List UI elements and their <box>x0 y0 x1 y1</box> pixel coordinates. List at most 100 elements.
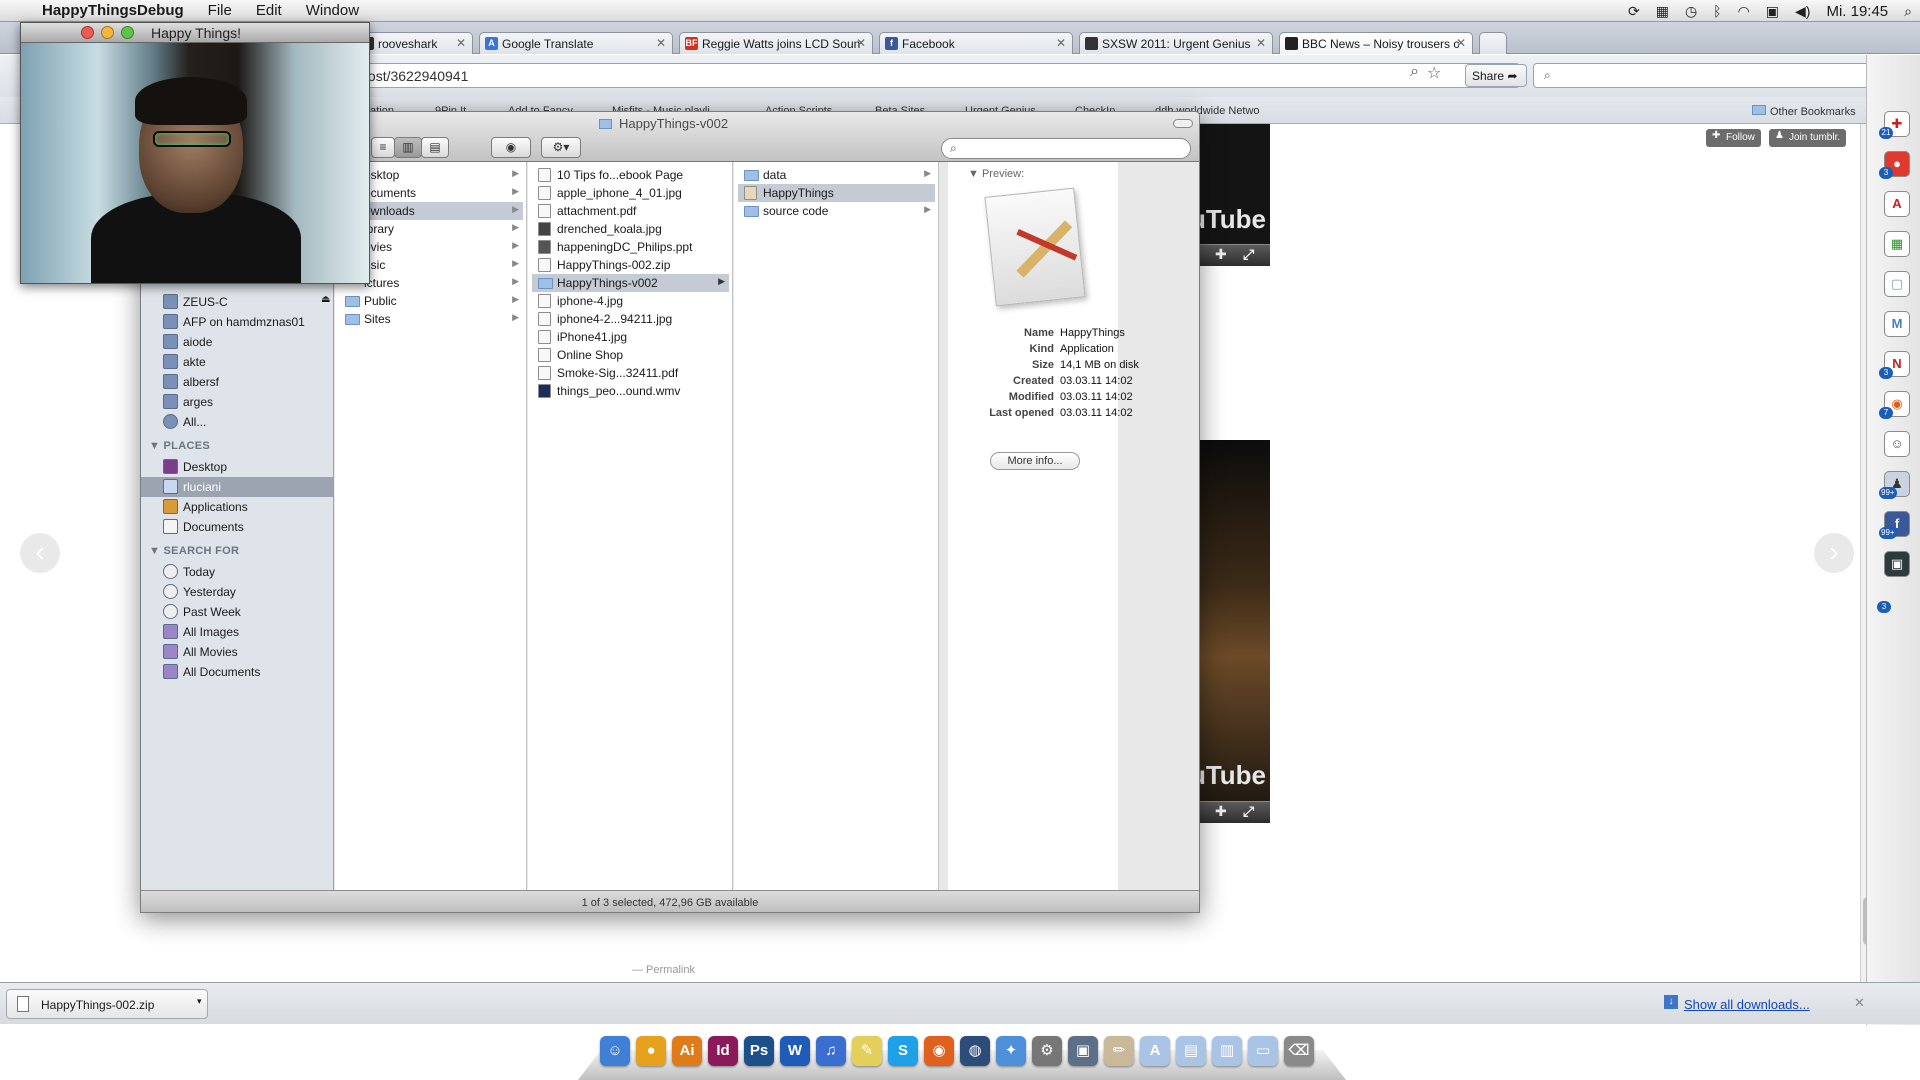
sidebar-item-yesterday[interactable]: Yesterday <box>159 582 331 602</box>
acrobat-icon[interactable]: A <box>1884 191 1910 217</box>
folder-icon[interactable]: ▭ <box>1248 1036 1278 1066</box>
tumblr-join-button[interactable]: ♟ Join tumblr. <box>1769 129 1847 147</box>
sidebar-item-all-images[interactable]: All Images <box>159 622 331 642</box>
grid-app-icon[interactable]: ▦ <box>1884 231 1910 257</box>
mail-icon[interactable]: M <box>1884 311 1910 337</box>
plus-icon[interactable]: ✚ <box>1215 246 1227 263</box>
list-item[interactable]: Sites ▶ <box>339 310 523 328</box>
trash-icon[interactable]: ⌫ <box>1284 1036 1314 1066</box>
fullscreen-icon[interactable]: ⤢ <box>1243 803 1254 820</box>
search-input[interactable]: ⌕ <box>1533 63 1871 88</box>
sidebar-item-akte[interactable]: akte <box>159 352 331 372</box>
fullscreen-icon[interactable]: ⤢ <box>1243 246 1254 263</box>
indesign-icon[interactable]: Id <box>708 1036 738 1066</box>
tab-reggie-watts[interactable]: BF Reggie Watts joins LCD Soun ✕ <box>679 32 873 54</box>
tumblr-follow-button[interactable]: ✚ Follow <box>1706 129 1761 147</box>
list-item[interactable]: HappyThings-002.zip <box>532 256 729 274</box>
finder-icon[interactable]: ☺ <box>600 1036 630 1066</box>
list-item[interactable]: data ▶ <box>738 166 935 184</box>
quick-look-icon[interactable]: ◉ <box>491 137 531 158</box>
list-item[interactable]: Smoke-Sig...32411.pdf <box>532 364 729 382</box>
file-menu[interactable]: File <box>196 2 244 19</box>
download-item[interactable]: HappyThings-002.zip ▾ <box>6 989 208 1019</box>
tab-facebook[interactable]: f Facebook ✕ <box>879 32 1073 54</box>
preview-header[interactable]: ▼ Preview: <box>968 168 1024 180</box>
itunes-icon[interactable]: ♫ <box>816 1036 846 1066</box>
skype-icon[interactable]: S <box>888 1036 918 1066</box>
list-item[interactable]: things_peo...ound.wmv <box>532 382 729 400</box>
adium-icon[interactable]: ● <box>636 1036 666 1066</box>
list-item[interactable]: apple_iphone_4_01.jpg <box>532 184 729 202</box>
list-item[interactable]: Online Shop <box>532 346 729 364</box>
sidebar-item-documents[interactable]: Documents <box>159 517 331 537</box>
sidebar-item-applications[interactable]: Applications <box>159 497 331 517</box>
tab-grooveshark[interactable]: rooveshark ✕ <box>355 32 473 54</box>
system-preferences-icon[interactable]: ⚙ <box>1032 1036 1062 1066</box>
word-icon[interactable]: W <box>780 1036 810 1066</box>
spotlight-icon[interactable]: ⌕ <box>1904 3 1912 20</box>
show-all-downloads-link[interactable]: Show all downloads... <box>1684 997 1810 1012</box>
dropdown-arrow-icon[interactable]: ▾ <box>197 996 202 1007</box>
tab-bbc-news[interactable]: BBC News – Noisy trousers c ✕ <box>1279 32 1473 54</box>
list-item[interactable]: 10 Tips fo...ebook Page <box>532 166 729 184</box>
webcam-titlebar[interactable]: Happy Things! <box>21 23 369 43</box>
bookmark-star-icon[interactable]: ☆ <box>1427 63 1441 83</box>
sidebar-item-desktop[interactable]: Desktop <box>159 457 331 477</box>
list-item[interactable]: iPhone41.jpg <box>532 328 729 346</box>
stickies-icon[interactable]: ✎ <box>852 1036 882 1066</box>
sidebar-item-all[interactable]: All... <box>159 412 331 432</box>
page-search-icon[interactable]: ⌕ <box>1410 63 1419 83</box>
downloads-folder-icon[interactable]: ▥ <box>1212 1036 1242 1066</box>
close-icon[interactable]: ✕ <box>1056 36 1066 50</box>
volume-icon[interactable]: ◀) <box>1795 3 1810 20</box>
photoshop-icon[interactable]: Ps <box>744 1036 774 1066</box>
finder-search-input[interactable]: ⌕ <box>941 138 1191 159</box>
reddit-icon[interactable]: ☺ <box>1884 431 1910 457</box>
list-item[interactable]: happeningDC_Philips.ppt <box>532 238 729 256</box>
action-gear-icon[interactable]: ⚙▾ <box>541 137 581 158</box>
safari-icon[interactable]: ✦ <box>996 1036 1026 1066</box>
grid-icon[interactable]: ▦ <box>1656 3 1669 20</box>
close-icon[interactable]: ✕ <box>1256 36 1266 50</box>
time-machine-icon[interactable]: ◷ <box>1685 3 1697 20</box>
iphoto-icon[interactable]: ▣ <box>1068 1036 1098 1066</box>
list-view-button[interactable]: ≡ <box>371 137 395 158</box>
xcode-icon[interactable]: ✏ <box>1104 1036 1134 1066</box>
list-item[interactable]: HappyThings <box>738 184 935 202</box>
sidebar-item-past-week[interactable]: Past Week <box>159 602 331 622</box>
input-menu-icon[interactable]: ▣ <box>1766 3 1779 20</box>
coverflow-view-button[interactable]: ▤ <box>421 137 449 158</box>
app-menu[interactable]: HappyThingsDebug <box>30 2 196 19</box>
sidebar-item-home[interactable]: rluciani <box>141 477 334 497</box>
sidebar-item-zeus-c[interactable]: ZEUS-C ⏏ <box>159 292 331 312</box>
network-icon[interactable]: ◍ <box>960 1036 990 1066</box>
webcam-window[interactable]: Happy Things! <box>20 22 370 284</box>
close-icon[interactable]: ✕ <box>656 36 666 50</box>
search-for-header[interactable]: ▼ SEARCH FOR <box>149 545 239 557</box>
sidebar-item-all-movies[interactable]: All Movies <box>159 642 331 662</box>
list-item[interactable]: Public ▶ <box>339 292 523 310</box>
sidebar-item-all-documents[interactable]: All Documents <box>159 662 331 682</box>
list-item[interactable]: HappyThings-v002 ▶ <box>532 274 729 292</box>
permalink[interactable]: — Permalink <box>632 964 695 976</box>
tab-sxsw[interactable]: SXSW 2011: Urgent Genius ✕ <box>1079 32 1273 54</box>
address-bar[interactable]: e/2#/post/3622940941 <box>320 63 1520 88</box>
plus-icon[interactable]: ✚ <box>1215 803 1227 820</box>
firefox-icon[interactable]: ◉ <box>924 1036 954 1066</box>
toolbar-toggle-button[interactable] <box>1173 119 1193 128</box>
list-item[interactable]: iphone-4.jpg <box>532 292 729 310</box>
list-item[interactable]: attachment.pdf <box>532 202 729 220</box>
window-icon[interactable]: ▢ <box>1884 271 1910 297</box>
clock[interactable]: Mi. 19:45 <box>1826 3 1888 20</box>
eject-icon[interactable]: ⏏ <box>321 294 330 305</box>
close-icon[interactable]: ✕ <box>1854 995 1865 1011</box>
close-icon[interactable]: ✕ <box>456 36 466 50</box>
documents-folder-icon[interactable]: ▤ <box>1176 1036 1206 1066</box>
youtube-video-1[interactable]: uTube <box>1195 124 1270 244</box>
edit-menu[interactable]: Edit <box>244 2 294 19</box>
close-icon[interactable]: ✕ <box>856 36 866 50</box>
sidebar-item-albersf[interactable]: albersf <box>159 372 331 392</box>
list-item[interactable]: drenched_koala.jpg <box>532 220 729 238</box>
youtube-video-2[interactable]: uTube <box>1195 440 1270 801</box>
sync-icon[interactable]: ⟳ <box>1628 3 1640 20</box>
